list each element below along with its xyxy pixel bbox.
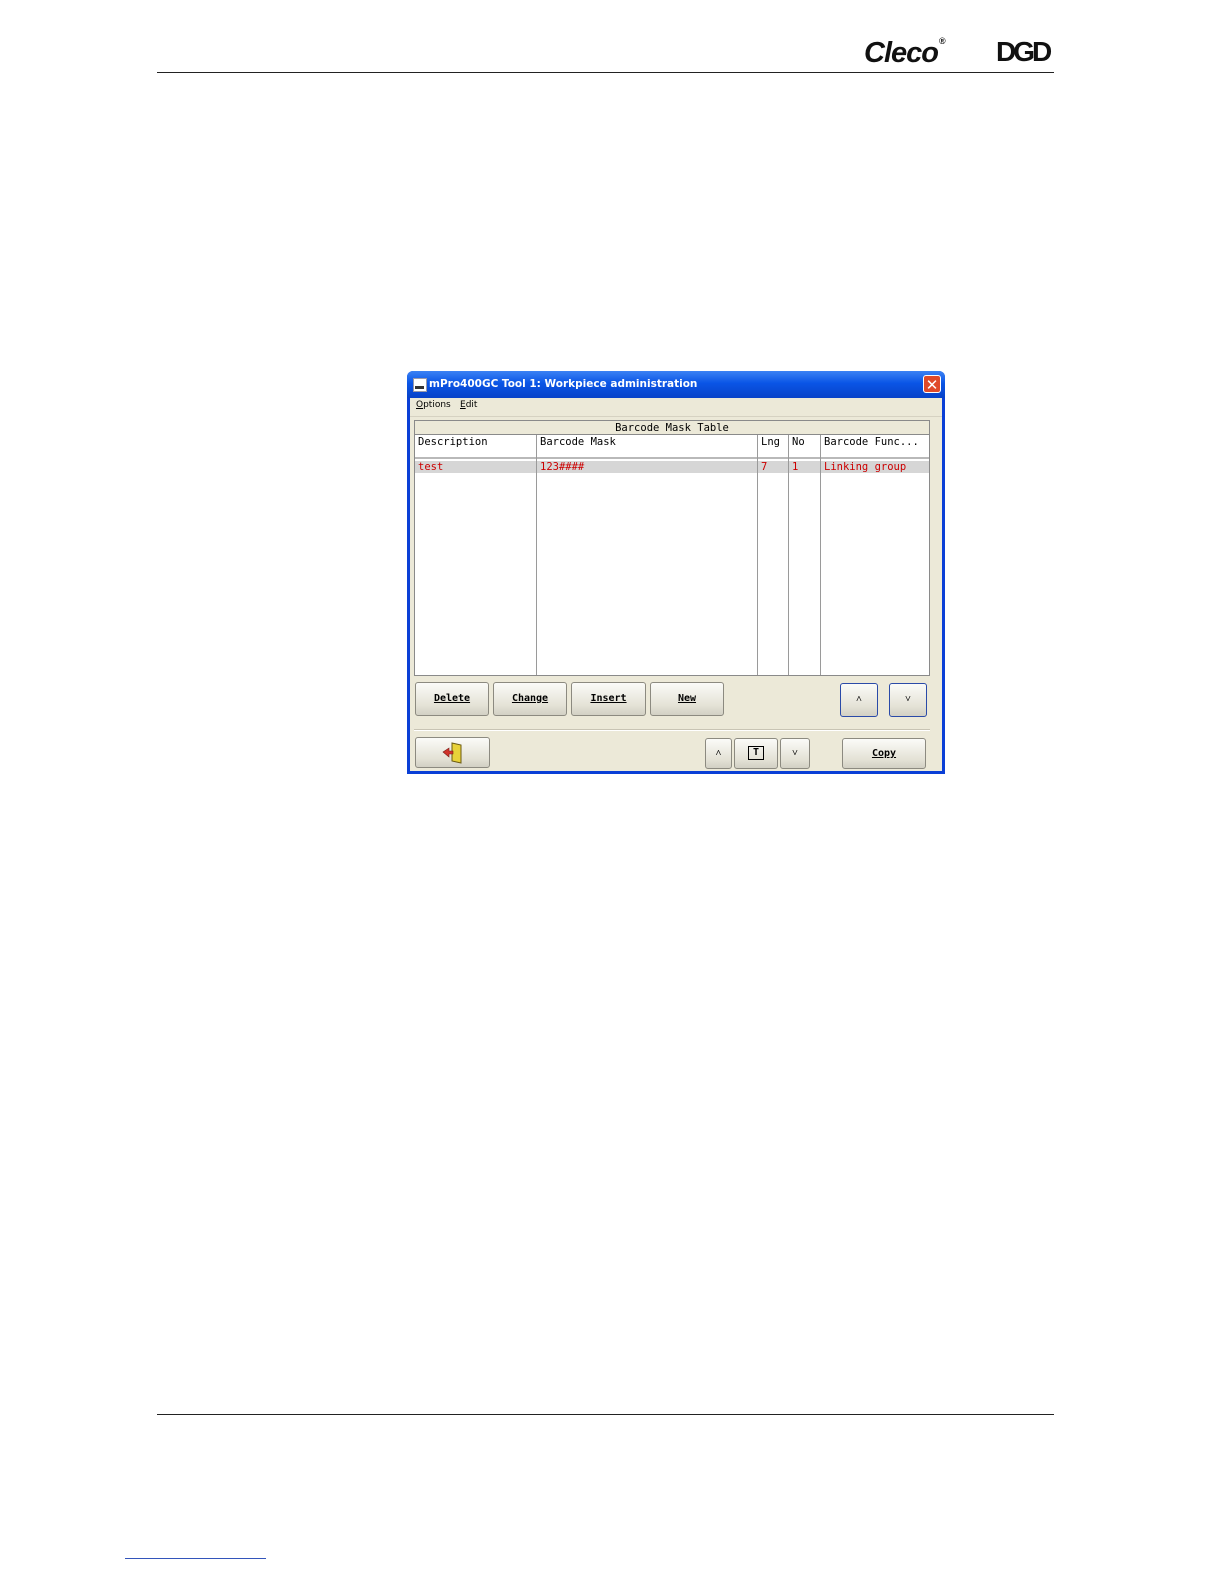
menu-edit[interactable]: Edit bbox=[460, 400, 477, 410]
dgd-logo: DGD bbox=[996, 36, 1052, 67]
text-button[interactable]: T bbox=[734, 738, 778, 769]
column-header-barcode-func[interactable]: Barcode Func... bbox=[821, 435, 929, 459]
chevron-up-icon: ˄ bbox=[856, 694, 862, 705]
separator bbox=[414, 729, 930, 731]
delete-button[interactable]: Delete bbox=[415, 682, 489, 716]
cell-barcode-func: Linking group bbox=[824, 461, 907, 473]
cell-lng: 7 bbox=[761, 461, 768, 473]
chevron-up-icon: ˄ bbox=[715, 748, 722, 759]
column-header-description[interactable]: Description bbox=[415, 435, 536, 459]
copy-button[interactable]: Copy bbox=[842, 738, 926, 769]
table-title: Barcode Mask Table bbox=[415, 421, 929, 435]
column-divider bbox=[536, 435, 537, 675]
header-rule bbox=[157, 72, 1054, 73]
scroll-down-button[interactable]: ˅ bbox=[889, 683, 927, 717]
cell-description: test bbox=[418, 461, 444, 473]
change-button[interactable]: Change bbox=[493, 682, 567, 716]
cell-barcode-mask: 123#### bbox=[540, 461, 585, 473]
column-header-lng[interactable]: Lng bbox=[758, 435, 788, 459]
exit-button[interactable] bbox=[415, 737, 490, 768]
nav-up-button[interactable]: ˄ bbox=[705, 738, 732, 769]
scroll-up-button[interactable]: ˄ bbox=[840, 683, 878, 717]
chevron-down-icon: ˅ bbox=[792, 748, 798, 759]
column-header-no[interactable]: No bbox=[789, 435, 820, 459]
text-icon: T bbox=[748, 746, 764, 760]
cell-no: 1 bbox=[792, 461, 799, 473]
footer-rule bbox=[157, 1414, 1054, 1415]
exit-door-icon bbox=[441, 742, 461, 764]
app-icon bbox=[413, 378, 427, 392]
barcode-mask-table: Barcode Mask Table Description Barcode M… bbox=[414, 420, 930, 676]
cleco-logo: Cleco® bbox=[864, 36, 946, 69]
workpiece-admin-window: mPro400GC Tool 1: Workpiece administrati… bbox=[407, 371, 945, 774]
window-title: mPro400GC Tool 1: Workpiece administrati… bbox=[429, 378, 698, 390]
insert-button[interactable]: Insert bbox=[571, 682, 646, 716]
window-client: Options Edit Barcode Mask Table Descript… bbox=[410, 398, 942, 771]
footer-link-underline bbox=[125, 1558, 266, 1559]
chevron-down-icon: ˅ bbox=[905, 694, 911, 705]
column-header-barcode-mask[interactable]: Barcode Mask bbox=[537, 435, 757, 459]
new-button[interactable]: New bbox=[650, 682, 724, 716]
menu-options[interactable]: Options bbox=[416, 400, 451, 410]
nav-down-button[interactable]: ˅ bbox=[780, 738, 810, 769]
title-bar[interactable]: mPro400GC Tool 1: Workpiece administrati… bbox=[407, 371, 945, 398]
column-divider bbox=[788, 435, 789, 675]
column-divider bbox=[757, 435, 758, 675]
close-button[interactable]: ✕ bbox=[923, 375, 941, 394]
menu-bar: Options Edit bbox=[410, 398, 942, 417]
column-divider bbox=[820, 435, 821, 675]
